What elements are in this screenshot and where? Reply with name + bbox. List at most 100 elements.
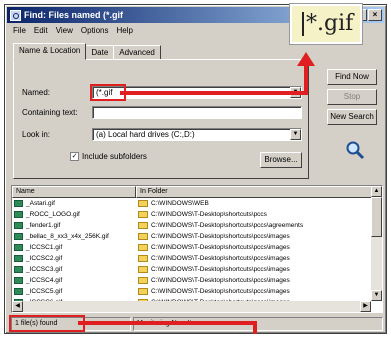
folder-path: C:\WINDOWS\T-Desktop\shortcuts\pccs bbox=[151, 211, 267, 218]
subfolders-label: Include subfolders bbox=[82, 152, 147, 161]
result-row-folder[interactable]: C:\WINDOWS\T-Desktop\shortcuts\pccs\imag… bbox=[136, 287, 373, 297]
stop-button[interactable]: Stop bbox=[327, 89, 377, 105]
gif-file-icon bbox=[14, 210, 23, 218]
folder-path: C:\WINDOWS\T-Desktop\shortcuts\pccs\imag… bbox=[151, 244, 290, 251]
named-dropdown-icon[interactable]: ▼ bbox=[290, 87, 301, 98]
find-now-button[interactable]: Find Now bbox=[327, 69, 377, 85]
vertical-scrollbar[interactable]: ▲ ▼ bbox=[371, 186, 382, 301]
menu-view[interactable]: View bbox=[52, 25, 77, 39]
gif-file-icon bbox=[14, 221, 23, 229]
folder-icon bbox=[138, 221, 148, 229]
menu-bar: File Edit View Options Help bbox=[9, 25, 137, 39]
gif-file-icon bbox=[14, 232, 23, 240]
named-label: Named: bbox=[22, 88, 51, 97]
find-icon bbox=[10, 9, 21, 21]
scroll-down-icon[interactable]: ▼ bbox=[371, 290, 382, 301]
folder-icon bbox=[138, 243, 148, 251]
gif-file-icon bbox=[14, 199, 23, 207]
column-header-folder[interactable]: In Folder bbox=[136, 186, 373, 198]
file-name: _ICCSC2.gif bbox=[26, 255, 63, 262]
file-name: _ROCC_LOGO.gif bbox=[26, 211, 80, 218]
result-row-name[interactable]: _ICCSC1.gif bbox=[12, 243, 136, 253]
result-row-folder[interactable]: C:\WINDOWS\WEB bbox=[136, 199, 373, 209]
named-callout: *.gif bbox=[290, 4, 362, 44]
window-title: Find: Files named (*.gif bbox=[24, 10, 124, 20]
folder-icon bbox=[138, 276, 148, 284]
close-button[interactable]: × bbox=[368, 9, 382, 21]
gif-file-icon bbox=[14, 243, 23, 251]
file-name: _bellac_8_xx3_x4x_256K.gif bbox=[26, 233, 109, 240]
browse-button[interactable]: Browse... bbox=[260, 152, 302, 168]
folder-path: C:\WINDOWS\T-Desktop\shortcuts\pccs\agre… bbox=[151, 222, 304, 229]
folder-path: C:\WINDOWS\T-Desktop\shortcuts\pccs\imag… bbox=[151, 277, 290, 284]
lookin-label: Look in: bbox=[22, 130, 51, 139]
gif-file-icon bbox=[14, 287, 23, 295]
text-caret-icon bbox=[302, 12, 304, 36]
scroll-up-icon[interactable]: ▲ bbox=[371, 186, 382, 197]
find-window: Find: Files named (*.gif _ □ × File Edit… bbox=[4, 4, 387, 334]
include-subfolders-checkbox[interactable]: ✓ Include subfolders bbox=[70, 152, 147, 161]
file-name: _ICCSC4.gif bbox=[26, 277, 63, 284]
column-header-name[interactable]: Name bbox=[12, 186, 136, 198]
tab-date[interactable]: Date bbox=[85, 45, 115, 60]
folder-path: C:\WINDOWS\T-Desktop\shortcuts\pccs\imag… bbox=[151, 255, 290, 262]
gif-file-icon bbox=[14, 276, 23, 284]
gif-file-icon bbox=[14, 265, 23, 273]
result-row-folder[interactable]: C:\WINDOWS\T-Desktop\shortcuts\pccs\agre… bbox=[136, 221, 373, 231]
containing-text-field[interactable] bbox=[92, 106, 302, 119]
file-name: _ICCSC1.gif bbox=[26, 244, 63, 251]
result-row-name[interactable]: _fender1.gif bbox=[12, 221, 136, 231]
containing-label: Containing text: bbox=[22, 108, 78, 117]
vertical-scroll-thumb[interactable] bbox=[371, 197, 382, 237]
folder-path: C:\WINDOWS\T-Desktop\shortcuts\pccs\imag… bbox=[151, 233, 290, 240]
folder-icon bbox=[138, 287, 148, 295]
menu-edit[interactable]: Edit bbox=[30, 25, 52, 39]
scroll-right-icon[interactable]: ▶ bbox=[360, 301, 371, 312]
result-row-folder[interactable]: C:\WINDOWS\T-Desktop\shortcuts\pccs\imag… bbox=[136, 243, 373, 253]
lookin-combo[interactable]: (a) Local hard drives (C:,D:) ▼ bbox=[92, 128, 302, 141]
gif-file-icon bbox=[14, 254, 23, 262]
folder-icon bbox=[138, 265, 148, 273]
result-row-name[interactable]: _ICCSC5.gif bbox=[12, 287, 136, 297]
file-name: _Astari.gif bbox=[26, 200, 55, 207]
status-bar: 1 file(s) found Monitoring New Items bbox=[9, 315, 383, 332]
status-highlight bbox=[9, 315, 85, 332]
folder-icon bbox=[138, 210, 148, 218]
lookin-dropdown-icon[interactable]: ▼ bbox=[290, 129, 301, 140]
folder-icon bbox=[138, 199, 148, 207]
result-row-name[interactable]: _Astari.gif bbox=[12, 199, 136, 209]
result-row-name[interactable]: _ICCSC3.gif bbox=[12, 265, 136, 275]
horizontal-scrollbar[interactable]: ◀ ▶ bbox=[12, 301, 371, 312]
result-row-name[interactable]: _ICCSC4.gif bbox=[12, 276, 136, 286]
magnifier-icon bbox=[346, 141, 365, 160]
result-row-folder[interactable]: C:\WINDOWS\T-Desktop\shortcuts\pccs\imag… bbox=[136, 232, 373, 242]
tab-strip: Name & Location Date Advanced bbox=[13, 43, 161, 60]
folder-path: C:\WINDOWS\WEB bbox=[151, 200, 209, 207]
menu-file[interactable]: File bbox=[9, 25, 30, 39]
name-location-panel: Named: (*.gif ▼ Containing text: Look in… bbox=[13, 59, 309, 179]
checkmark-icon: ✓ bbox=[70, 152, 79, 161]
new-search-button[interactable]: New Search bbox=[327, 109, 377, 125]
lookin-value: (a) Local hard drives (C:,D:) bbox=[96, 130, 195, 139]
tab-name-location[interactable]: Name & Location bbox=[13, 43, 87, 60]
result-row-name[interactable]: _bellac_8_xx3_x4x_256K.gif bbox=[12, 232, 136, 242]
folder-path: C:\WINDOWS\T-Desktop\shortcuts\pccs\imag… bbox=[151, 288, 290, 295]
file-name: _ICCSC5.gif bbox=[26, 288, 63, 295]
result-row-folder[interactable]: C:\WINDOWS\T-Desktop\shortcuts\pccs bbox=[136, 210, 373, 220]
named-highlight bbox=[90, 84, 126, 101]
result-row-name[interactable]: _ROCC_LOGO.gif bbox=[12, 210, 136, 220]
tab-advanced[interactable]: Advanced bbox=[113, 45, 161, 60]
folder-icon bbox=[138, 232, 148, 240]
result-row-folder[interactable]: C:\WINDOWS\T-Desktop\shortcuts\pccs\imag… bbox=[136, 265, 373, 275]
callout-text: *.gif bbox=[306, 11, 354, 36]
result-row-folder[interactable]: C:\WINDOWS\T-Desktop\shortcuts\pccs\imag… bbox=[136, 254, 373, 264]
results-list[interactable]: Name In Folder _Astari.gif C:\WINDOWS\WEB… bbox=[11, 185, 383, 313]
folder-icon bbox=[138, 254, 148, 262]
file-name: _fender1.gif bbox=[26, 222, 61, 229]
menu-options[interactable]: Options bbox=[77, 25, 113, 39]
result-row-name[interactable]: _ICCSC2.gif bbox=[12, 254, 136, 264]
scroll-left-icon[interactable]: ◀ bbox=[12, 301, 23, 312]
result-row-folder[interactable]: C:\WINDOWS\T-Desktop\shortcuts\pccs\imag… bbox=[136, 276, 373, 286]
menu-help[interactable]: Help bbox=[112, 25, 136, 39]
folder-path: C:\WINDOWS\T-Desktop\shortcuts\pccs\imag… bbox=[151, 266, 290, 273]
